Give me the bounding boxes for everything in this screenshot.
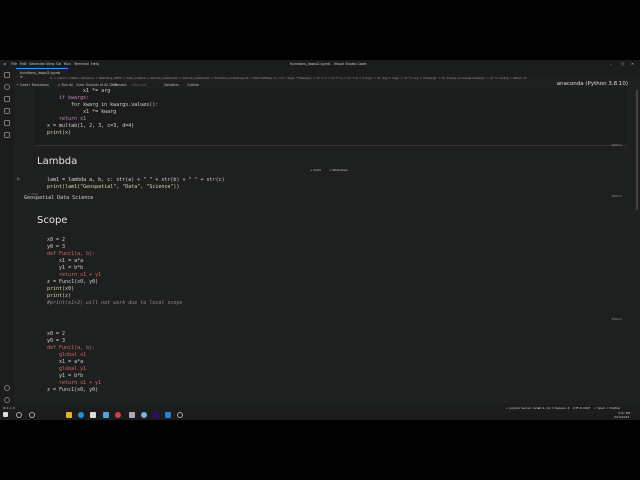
vscode-logo-icon: ◀ bbox=[3, 62, 6, 66]
maximize-button[interactable]: ▢ bbox=[621, 62, 624, 66]
cell-3-code[interactable]: x0 = 2 y0 = 3 def Func1(a, b): x1 = a*a y1… bbox=[47, 237, 182, 307]
search-icon[interactable] bbox=[16, 412, 22, 418]
vscode-window: ◀ File Edit Selection View Go Run Termin… bbox=[0, 60, 640, 420]
restart-button[interactable]: ↻ Restart bbox=[111, 83, 127, 87]
minimize-button[interactable]: – bbox=[610, 62, 612, 66]
chrome-icon[interactable] bbox=[177, 412, 183, 418]
extensions-icon[interactable] bbox=[4, 120, 10, 126]
kernel-picker[interactable]: anaconda (Python 3.8.10) bbox=[556, 81, 628, 87]
edge-icon[interactable] bbox=[78, 412, 84, 418]
insert-markdown-button[interactable]: + Markdown bbox=[329, 168, 348, 172]
menu-terminal[interactable]: Terminal bbox=[74, 62, 89, 66]
heading-lambda: Lambda bbox=[37, 156, 78, 167]
window-title: functions_loops2.ipynb - Visual Studio C… bbox=[290, 62, 367, 66]
title-bar: ◀ File Edit Selection View Go Run Termin… bbox=[0, 60, 640, 68]
cell-2-code[interactable]: lam1 = lambda a, b, c: str(a) + " " + st… bbox=[47, 177, 225, 191]
cell-language[interactable]: Python bbox=[612, 143, 622, 147]
outline-button[interactable]: Outline bbox=[187, 83, 199, 87]
clock-date[interactable]: 2/10/2023 bbox=[614, 415, 629, 419]
menu-help[interactable]: Help bbox=[91, 62, 99, 66]
cell-4-code[interactable]: x0 = 2 y0 = 3 def Func1(a, b): global x1 x… bbox=[47, 331, 101, 394]
start-icon[interactable] bbox=[3, 412, 8, 417]
activity-bar bbox=[0, 68, 14, 405]
account-icon[interactable] bbox=[4, 385, 10, 391]
search-icon[interactable] bbox=[4, 84, 10, 90]
menu-file[interactable]: File bbox=[11, 62, 17, 66]
file-explorer-icon[interactable] bbox=[66, 412, 72, 418]
run-debug-icon[interactable] bbox=[4, 108, 10, 114]
run-cell-icon[interactable]: ▷ bbox=[17, 176, 20, 181]
notebook-toolbar: + Code + Markdown ▷ Run All Clear Output… bbox=[14, 81, 630, 88]
cortana-icon[interactable] bbox=[29, 412, 35, 418]
close-button[interactable]: ✕ bbox=[631, 62, 634, 66]
explorer-icon[interactable] bbox=[4, 72, 10, 78]
menu-view[interactable]: View bbox=[46, 62, 54, 66]
menu-run[interactable]: Run bbox=[64, 62, 71, 66]
tab-label: functions_loops2.ipynb bbox=[20, 71, 61, 75]
cell-language[interactable]: Python bbox=[612, 194, 622, 198]
menu-edit[interactable]: Edit bbox=[20, 62, 27, 66]
source-control-icon[interactable] bbox=[4, 96, 10, 102]
windows-taskbar: 4:07 PM 2/10/2023 bbox=[0, 410, 640, 420]
cell-language[interactable]: Python bbox=[612, 317, 622, 321]
notebook-editor: x1 *= arg if kwargs: for kwarg in kwargs.… bbox=[14, 88, 630, 405]
cell-1-code[interactable]: x1 *= arg if kwargs: for kwarg in kwargs.… bbox=[47, 88, 158, 137]
app-icon[interactable] bbox=[141, 412, 147, 418]
add-code-button[interactable]: + Code bbox=[16, 83, 28, 87]
gear-icon[interactable] bbox=[4, 397, 10, 403]
interrupt-button[interactable]: Interrupt bbox=[132, 83, 147, 87]
tab-functions-loops2[interactable]: functions_loops2.ipynb ✕ bbox=[16, 68, 68, 79]
app-icon[interactable] bbox=[115, 412, 121, 418]
add-markdown-button[interactable]: + Markdown bbox=[28, 83, 49, 87]
flask-icon[interactable] bbox=[4, 132, 10, 138]
tab-bar: functions_loops2.ipynb ✕ bbox=[14, 68, 640, 79]
menu-selection[interactable]: Selection bbox=[29, 62, 45, 66]
insert-code-button[interactable]: + Code bbox=[310, 168, 321, 172]
vscode-taskbar-icon[interactable] bbox=[165, 412, 171, 418]
variables-button[interactable]: Variables bbox=[164, 83, 179, 87]
store-icon[interactable] bbox=[103, 412, 109, 418]
app-icon[interactable] bbox=[129, 412, 135, 418]
cell-2-output: Geospatial Data Science bbox=[24, 195, 94, 201]
notes-icon[interactable] bbox=[90, 412, 96, 418]
scrollbar[interactable] bbox=[636, 90, 638, 210]
heading-scope: Scope bbox=[37, 215, 68, 226]
premiere-icon[interactable] bbox=[153, 412, 159, 418]
run-all-button[interactable]: ▷ Run All bbox=[58, 83, 73, 87]
menu-go[interactable]: Go bbox=[56, 62, 61, 66]
